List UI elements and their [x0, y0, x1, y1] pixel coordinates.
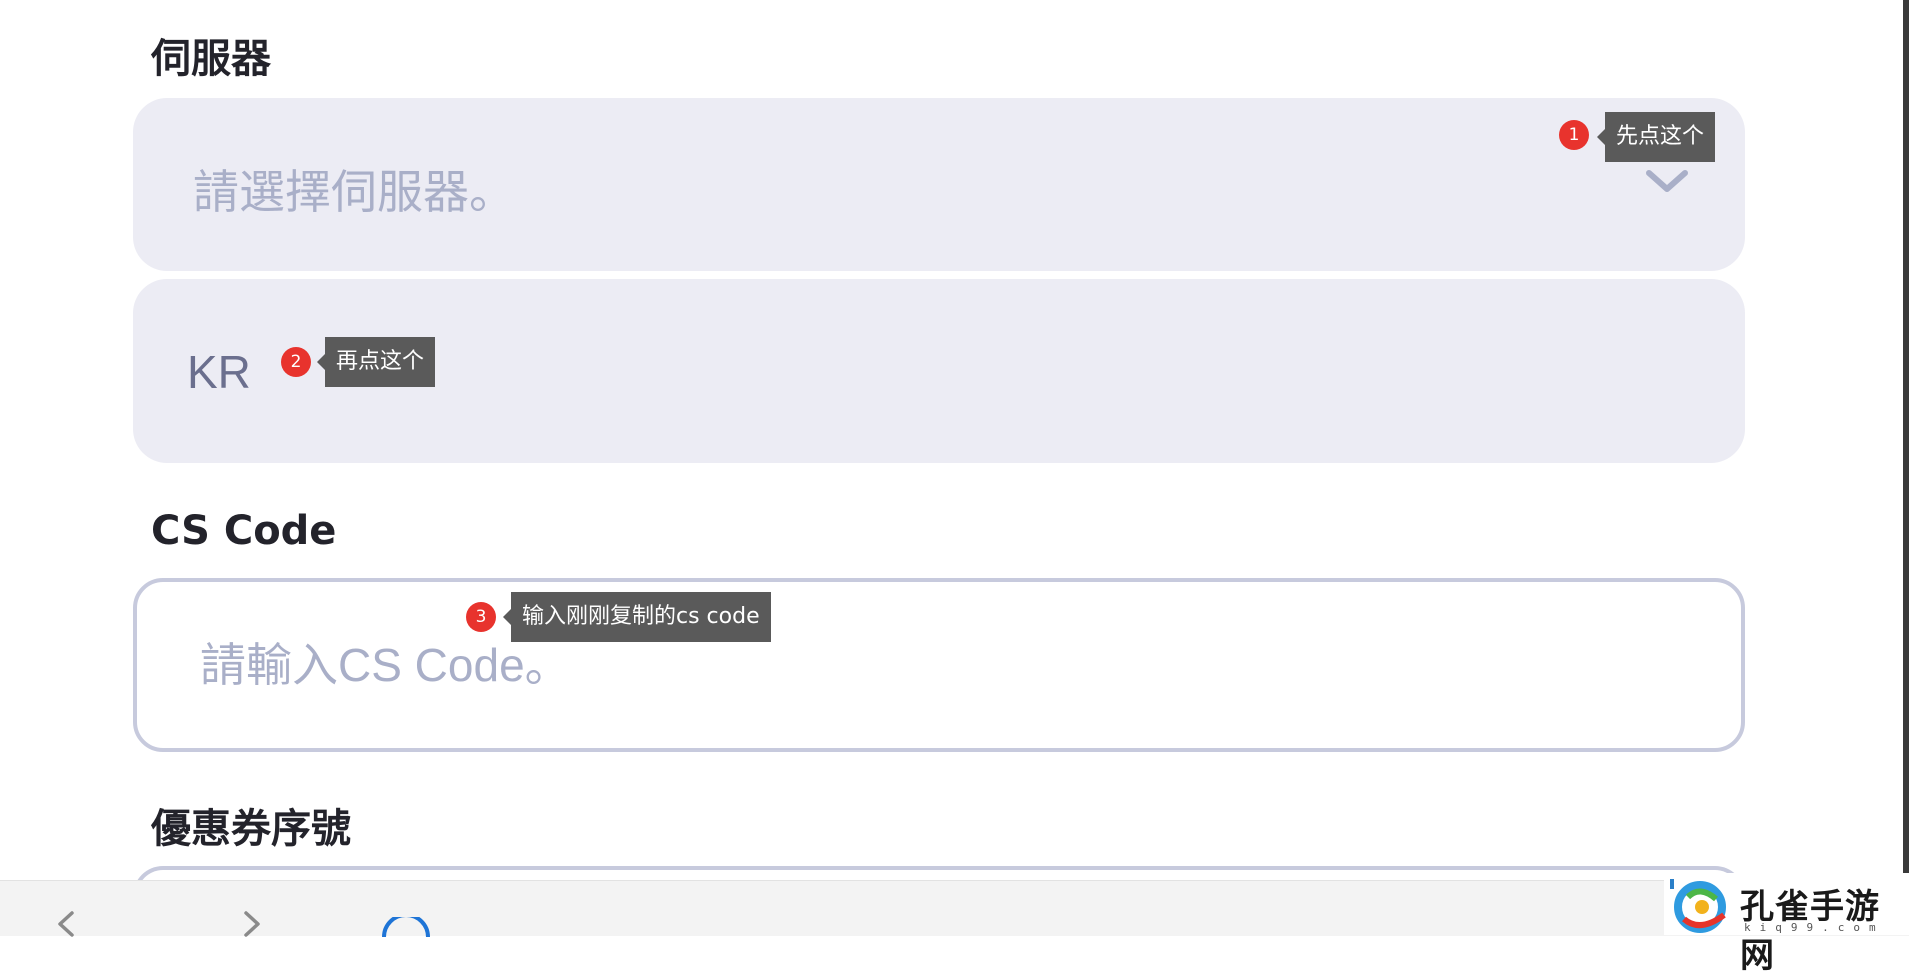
server-select-placeholder: 請選擇伺服器。	[193, 165, 515, 219]
annotation-tip-2: 再点这个	[316, 337, 436, 387]
server-option-label: KR	[187, 346, 251, 398]
logo-subtext: kiq99.com	[1744, 921, 1885, 934]
annotation-tip-3: 输入刚刚复制的cs code	[503, 592, 771, 642]
cs-code-label: CS Code	[151, 508, 337, 554]
site-logo: 孔雀手游网 kiq99.com	[1664, 873, 1909, 976]
coupon-label: 優惠券序號	[151, 806, 351, 852]
server-label: 伺服器	[151, 36, 271, 82]
annotation-badge-3: 3	[466, 602, 496, 632]
annotation-badge-2: 2	[281, 347, 311, 377]
chevron-down-icon	[1646, 170, 1688, 192]
search-icon[interactable]	[380, 917, 432, 937]
cs-code-input[interactable]	[133, 578, 1745, 752]
browser-bottom-bar	[0, 880, 1909, 937]
peacock-logo-icon	[1670, 879, 1726, 933]
annotation-tip-1: 先点这个	[1596, 112, 1716, 162]
server-select[interactable]: 請選擇伺服器。	[133, 98, 1745, 271]
annotation-badge-1: 1	[1559, 120, 1589, 150]
scrollbar[interactable]	[1903, 0, 1909, 880]
forward-icon[interactable]	[240, 911, 266, 937]
back-icon[interactable]	[52, 911, 78, 937]
